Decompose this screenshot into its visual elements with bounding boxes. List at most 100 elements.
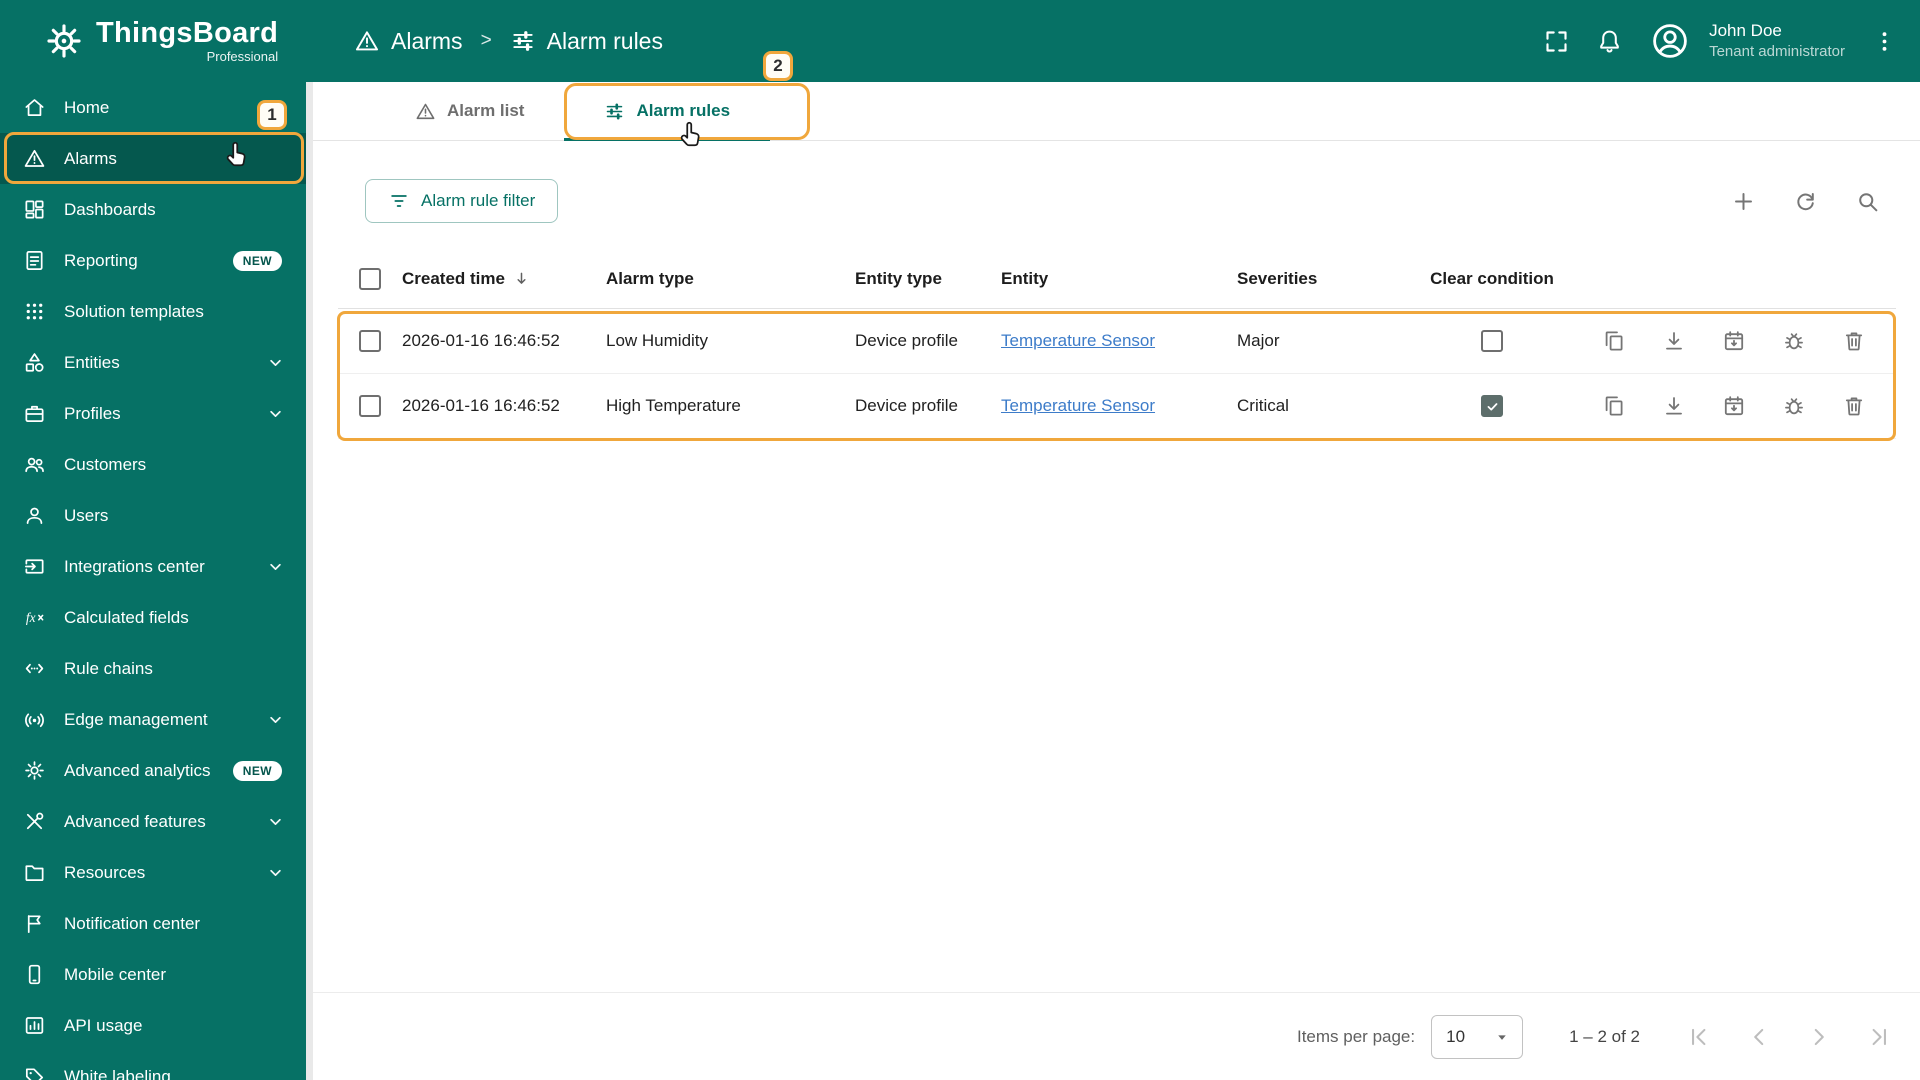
resources-folder-icon (23, 861, 46, 884)
more-vert-icon (1882, 31, 1887, 51)
breadcrumb-separator: > (480, 30, 492, 51)
breadcrumb-alarms[interactable]: Alarms (354, 28, 463, 55)
sidebar-item-edge-management[interactable]: Edge management (0, 694, 306, 745)
sidebar-item-calculated-fields[interactable]: fx Calculated fields (0, 592, 306, 643)
api-usage-icon (23, 1014, 46, 1037)
sidebar-item-entities[interactable]: Entities (0, 337, 306, 388)
sidebar-item-alarms[interactable]: Alarms (0, 133, 306, 184)
sidebar-item-reporting[interactable]: Reporting NEW (0, 235, 306, 286)
search-icon (1859, 192, 1878, 211)
debug-button[interactable] (1782, 394, 1806, 418)
sidebar-item-notification-center[interactable]: Notification center (0, 898, 306, 949)
sidebar-item-customers[interactable]: Customers (0, 439, 306, 490)
brand-text: ThingsBoard Professional (96, 18, 279, 64)
prev-page-button[interactable] (1746, 1024, 1772, 1050)
brand[interactable]: ThingsBoard Professional (0, 18, 306, 64)
new-badge: NEW (232, 760, 282, 781)
copy-button[interactable] (1602, 329, 1626, 353)
svg-text:fx: fx (26, 610, 36, 625)
notifications-button[interactable] (1596, 28, 1623, 55)
sidebar-item-solution-templates[interactable]: Solution templates (0, 286, 306, 337)
user-info: John Doe Tenant administrator (1709, 20, 1845, 62)
delete-button[interactable] (1842, 329, 1866, 353)
sidebar-item-label: Advanced features (64, 811, 206, 831)
column-header-severities[interactable]: Severities (1237, 269, 1387, 289)
sidebar-item-resources[interactable]: Resources (0, 847, 306, 898)
breadcrumb-alarm-rules[interactable]: Alarm rules (510, 28, 663, 55)
sidebar-item-label: Home (64, 97, 110, 117)
download-button[interactable] (1662, 394, 1686, 418)
user-avatar[interactable] (1649, 20, 1691, 62)
column-header-entity-type[interactable]: Entity type (855, 269, 1001, 289)
debug-bug-icon (1785, 333, 1803, 350)
row-checkbox[interactable] (359, 395, 381, 417)
thingsboard-logo-icon (44, 21, 84, 61)
clear-condition-checkbox[interactable] (1481, 330, 1503, 352)
filter-icon (391, 195, 407, 207)
sidebar-item-rule-chains[interactable]: Rule chains (0, 643, 306, 694)
sidebar-item-white-labeling[interactable]: White labeling (0, 1051, 306, 1080)
table-row[interactable]: 2026-01-16 16:46:52 Low Humidity Device … (338, 309, 1896, 374)
advanced-analytics-icon (23, 759, 46, 782)
column-header-alarm-type[interactable]: Alarm type (606, 269, 855, 289)
white-labeling-tag-icon (23, 1065, 46, 1080)
sidebar-item-label: API usage (64, 1015, 143, 1035)
toolbar-actions (1731, 189, 1896, 214)
users-icon (23, 504, 46, 527)
row-checkbox[interactable] (359, 330, 381, 352)
sidebar-item-dashboards[interactable]: Dashboards (0, 184, 306, 235)
chevron-down-icon (265, 352, 286, 373)
schedule-button[interactable] (1722, 394, 1746, 418)
select-all-checkbox[interactable] (359, 267, 381, 290)
sidebar-item-integrations-center[interactable]: Integrations center (0, 541, 306, 592)
tab-alarm-rules[interactable]: Alarm rules (564, 82, 770, 141)
check-icon (1487, 402, 1497, 410)
pagination-controls (1686, 1024, 1892, 1050)
debug-button[interactable] (1782, 329, 1806, 353)
sidebar-item-advanced-analytics[interactable]: Advanced analytics NEW (0, 745, 306, 796)
fullscreen-button[interactable] (1543, 28, 1570, 55)
brand-edition: Professional (206, 48, 279, 64)
sidebar-item-users[interactable]: Users (0, 490, 306, 541)
alarm-rules-table: Created time Alarm type Entity type Enti… (338, 249, 1896, 439)
entity-link[interactable]: Temperature Sensor (1001, 331, 1155, 350)
clear-condition-checkbox[interactable] (1481, 395, 1503, 417)
first-page-icon (1692, 1028, 1706, 1045)
top-bar: ThingsBoard Professional Alarms > Alarm … (0, 0, 1920, 82)
last-page-icon (1872, 1028, 1886, 1045)
search-button[interactable] (1855, 189, 1880, 214)
severity-cell: Critical (1237, 396, 1289, 415)
first-page-button[interactable] (1686, 1024, 1712, 1050)
tab-alarm-list[interactable]: Alarm list (375, 82, 564, 140)
sidebar-item-mobile-center[interactable]: Mobile center (0, 949, 306, 1000)
sidebar-scrollbar[interactable] (306, 82, 313, 1080)
sidebar-item-home[interactable]: Home (0, 82, 306, 133)
entity-link[interactable]: Temperature Sensor (1001, 396, 1155, 415)
tab-label: Alarm rules (636, 101, 731, 120)
column-header-created-time[interactable]: Created time (402, 269, 606, 289)
last-page-button[interactable] (1866, 1024, 1892, 1050)
sidebar-item-profiles[interactable]: Profiles (0, 388, 306, 439)
more-menu-button[interactable] (1871, 28, 1898, 55)
sidebar-item-label: Advanced analytics (64, 760, 211, 780)
prev-page-icon (1754, 1028, 1764, 1045)
items-per-page-select[interactable]: 10 (1431, 1014, 1524, 1059)
alarm-rule-filter-button[interactable]: Alarm rule filter (365, 179, 559, 223)
add-alarm-rule-button[interactable] (1731, 189, 1756, 214)
column-header-entity[interactable]: Entity (1001, 269, 1237, 289)
sidebar-item-label: Users (64, 505, 109, 525)
sidebar: Home Alarms Dashboards Reporting NEW Sol… (0, 82, 306, 1080)
fullscreen-icon (1546, 30, 1567, 52)
next-page-icon (1814, 1028, 1824, 1045)
column-header-clear-condition[interactable]: Clear condition (1387, 269, 1597, 289)
table-row[interactable]: 2026-01-16 16:46:52 High Temperature Dev… (338, 374, 1896, 439)
next-page-button[interactable] (1806, 1024, 1832, 1050)
tune-icon (607, 103, 623, 119)
download-button[interactable] (1662, 329, 1686, 353)
sidebar-item-advanced-features[interactable]: Advanced features (0, 796, 306, 847)
copy-button[interactable] (1602, 394, 1626, 418)
refresh-button[interactable] (1793, 189, 1818, 214)
sidebar-item-api-usage[interactable]: API usage (0, 1000, 306, 1051)
delete-button[interactable] (1842, 394, 1866, 418)
schedule-button[interactable] (1722, 329, 1746, 353)
